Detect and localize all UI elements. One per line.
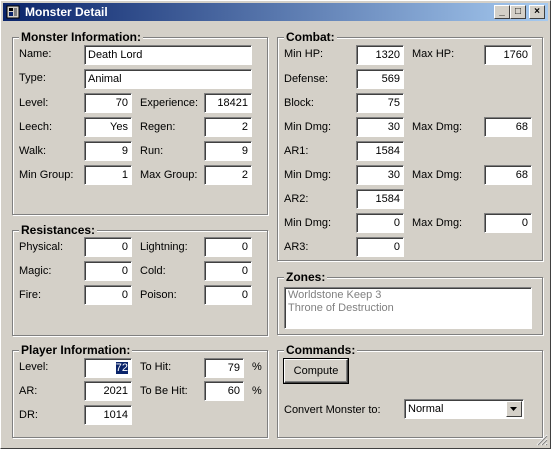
ar-field[interactable]: 2021 xyxy=(84,381,132,401)
max-dmg-3-field[interactable]: 0 xyxy=(484,213,532,233)
regen-label: Regen: xyxy=(140,121,176,133)
fire-label: Fire: xyxy=(19,289,41,301)
run-label: Run: xyxy=(140,145,164,157)
magic-field[interactable]: 0 xyxy=(84,261,132,281)
zones-list[interactable]: Worldstone Keep 3 Throne of Destruction xyxy=(284,287,532,329)
experience-label: Experience: xyxy=(140,97,199,109)
defense-label: Defense: xyxy=(284,73,329,85)
ar-label: AR: xyxy=(19,385,38,397)
player-level-value: 72 xyxy=(115,362,128,374)
to-be-hit-label: To Be Hit: xyxy=(140,385,188,397)
resistances-legend: Resistances: xyxy=(19,223,98,237)
player-level-label: Level: xyxy=(19,361,49,373)
fire-field[interactable]: 0 xyxy=(84,285,132,305)
type-field[interactable]: Animal xyxy=(84,69,252,89)
min-hp-label: Min HP: xyxy=(284,48,324,60)
physical-label: Physical: xyxy=(19,241,64,253)
ar3-field[interactable]: 0 xyxy=(356,237,404,257)
min-dmg-1-field[interactable]: 30 xyxy=(356,117,404,137)
ar2-field[interactable]: 1584 xyxy=(356,189,404,209)
dr-field[interactable]: 1014 xyxy=(84,405,132,425)
min-dmg-2-label: Min Dmg: xyxy=(284,169,332,181)
max-hp-field[interactable]: 1760 xyxy=(484,45,532,65)
zone-item[interactable]: Worldstone Keep 3 xyxy=(288,289,528,302)
max-dmg-2-label: Max Dmg: xyxy=(412,169,463,181)
title-bar[interactable]: Monster Detail _ □ × xyxy=(3,3,548,21)
dropdown-arrow-icon xyxy=(510,407,517,411)
ar2-label: AR2: xyxy=(284,193,309,205)
leech-field[interactable]: Yes xyxy=(84,117,132,137)
name-field[interactable]: Death Lord xyxy=(84,45,252,65)
close-button[interactable]: × xyxy=(529,5,545,19)
compute-button[interactable]: Compute xyxy=(283,358,349,384)
ar1-label: AR1: xyxy=(284,145,309,157)
max-group-label: Max Group: xyxy=(140,169,198,181)
app-icon xyxy=(6,5,20,19)
convert-monster-value: Normal xyxy=(408,403,444,415)
defense-field[interactable]: 569 xyxy=(356,69,404,89)
poison-label: Poison: xyxy=(140,289,177,301)
max-dmg-3-label: Max Dmg: xyxy=(412,217,463,229)
level-field[interactable]: 70 xyxy=(84,93,132,113)
to-be-hit-percent: % xyxy=(252,385,262,397)
resize-grip-icon[interactable] xyxy=(536,434,548,446)
walk-field[interactable]: 9 xyxy=(84,141,132,161)
magic-label: Magic: xyxy=(19,265,52,277)
min-hp-field[interactable]: 1320 xyxy=(356,45,404,65)
cold-field[interactable]: 0 xyxy=(204,261,252,281)
min-dmg-3-label: Min Dmg: xyxy=(284,217,332,229)
zones-legend: Zones: xyxy=(284,270,328,284)
max-dmg-2-field[interactable]: 68 xyxy=(484,165,532,185)
leech-label: Leech: xyxy=(19,121,53,133)
convert-monster-label: Convert Monster to: xyxy=(284,404,381,416)
min-group-field[interactable]: 1 xyxy=(84,165,132,185)
poison-field[interactable]: 0 xyxy=(204,285,252,305)
max-group-field[interactable]: 2 xyxy=(204,165,252,185)
to-hit-field[interactable]: 79 xyxy=(204,358,244,378)
zone-item[interactable]: Throne of Destruction xyxy=(288,302,528,315)
min-group-label: Min Group: xyxy=(19,169,74,181)
player-information-legend: Player Information: xyxy=(19,343,133,357)
to-be-hit-field[interactable]: 60 xyxy=(204,381,244,401)
cold-label: Cold: xyxy=(140,265,166,277)
player-level-field[interactable]: 72 xyxy=(84,358,132,378)
type-label: Type: xyxy=(19,72,46,84)
maximize-button[interactable]: □ xyxy=(510,5,526,19)
dr-label: DR: xyxy=(19,409,38,421)
dropdown-button[interactable] xyxy=(506,401,522,417)
name-label: Name: xyxy=(19,48,52,60)
min-dmg-2-field[interactable]: 30 xyxy=(356,165,404,185)
lightning-label: Lightning: xyxy=(140,241,188,253)
monster-information-legend: Monster Information: xyxy=(19,30,143,44)
convert-monster-select[interactable]: Normal xyxy=(404,399,524,419)
level-label: Level: xyxy=(19,97,49,109)
block-field[interactable]: 75 xyxy=(356,93,404,113)
physical-field[interactable]: 0 xyxy=(84,237,132,257)
ar1-field[interactable]: 1584 xyxy=(356,141,404,161)
to-hit-percent: % xyxy=(252,361,262,373)
run-field[interactable]: 9 xyxy=(204,141,252,161)
combat-legend: Combat: xyxy=(284,30,337,44)
max-dmg-1-label: Max Dmg: xyxy=(412,121,463,133)
min-dmg-3-field[interactable]: 0 xyxy=(356,213,404,233)
block-label: Block: xyxy=(284,97,314,109)
regen-field[interactable]: 2 xyxy=(204,117,252,137)
max-dmg-1-field[interactable]: 68 xyxy=(484,117,532,137)
min-dmg-1-label: Min Dmg: xyxy=(284,121,332,133)
to-hit-label: To Hit: xyxy=(140,361,172,373)
minimize-button[interactable]: _ xyxy=(494,5,510,19)
lightning-field[interactable]: 0 xyxy=(204,237,252,257)
walk-label: Walk: xyxy=(19,145,47,157)
commands-legend: Commands: xyxy=(284,343,358,357)
experience-field[interactable]: 18421 xyxy=(204,93,252,113)
ar3-label: AR3: xyxy=(284,241,309,253)
window-title: Monster Detail xyxy=(25,5,108,19)
monster-detail-window: Monster Detail _ □ × Monster Information… xyxy=(0,0,551,449)
max-hp-label: Max HP: xyxy=(412,48,455,60)
